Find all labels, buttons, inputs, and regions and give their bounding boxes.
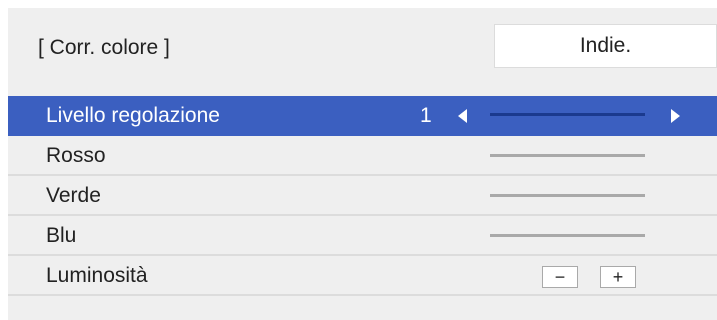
blu-slider-track[interactable]: [490, 234, 645, 237]
menu-row-blu[interactable]: Blu: [8, 216, 717, 256]
row-label: Rosso: [46, 144, 106, 167]
row-label: Livello regolazione: [46, 104, 220, 127]
color-correction-panel: [ Corr. colore ] Indie. Livello regolazi…: [8, 8, 717, 320]
verde-slider-track[interactable]: [490, 194, 645, 197]
rosso-slider-track[interactable]: [490, 154, 645, 157]
minus-button[interactable]: −: [542, 266, 578, 288]
plus-button[interactable]: +: [600, 266, 636, 288]
menu-row-rosso[interactable]: Rosso: [8, 136, 717, 176]
menu-row-luminosita[interactable]: Luminosità − +: [8, 256, 717, 296]
menu-list: Livello regolazione 1 Rosso Verde Blu Lu…: [8, 96, 717, 296]
mode-button[interactable]: Indie.: [494, 24, 717, 68]
menu-row-verde[interactable]: Verde: [8, 176, 717, 216]
adjustment-slider-track[interactable]: [490, 113, 645, 116]
triangle-left-icon[interactable]: [458, 109, 467, 123]
menu-row-livello-regolazione[interactable]: Livello regolazione 1: [8, 96, 717, 136]
row-label: Verde: [46, 184, 101, 207]
row-value: 1: [420, 104, 432, 127]
row-label: Blu: [46, 224, 77, 247]
panel-title: [ Corr. colore ]: [38, 36, 170, 59]
row-label: Luminosità: [46, 264, 148, 287]
triangle-right-icon[interactable]: [671, 109, 680, 123]
